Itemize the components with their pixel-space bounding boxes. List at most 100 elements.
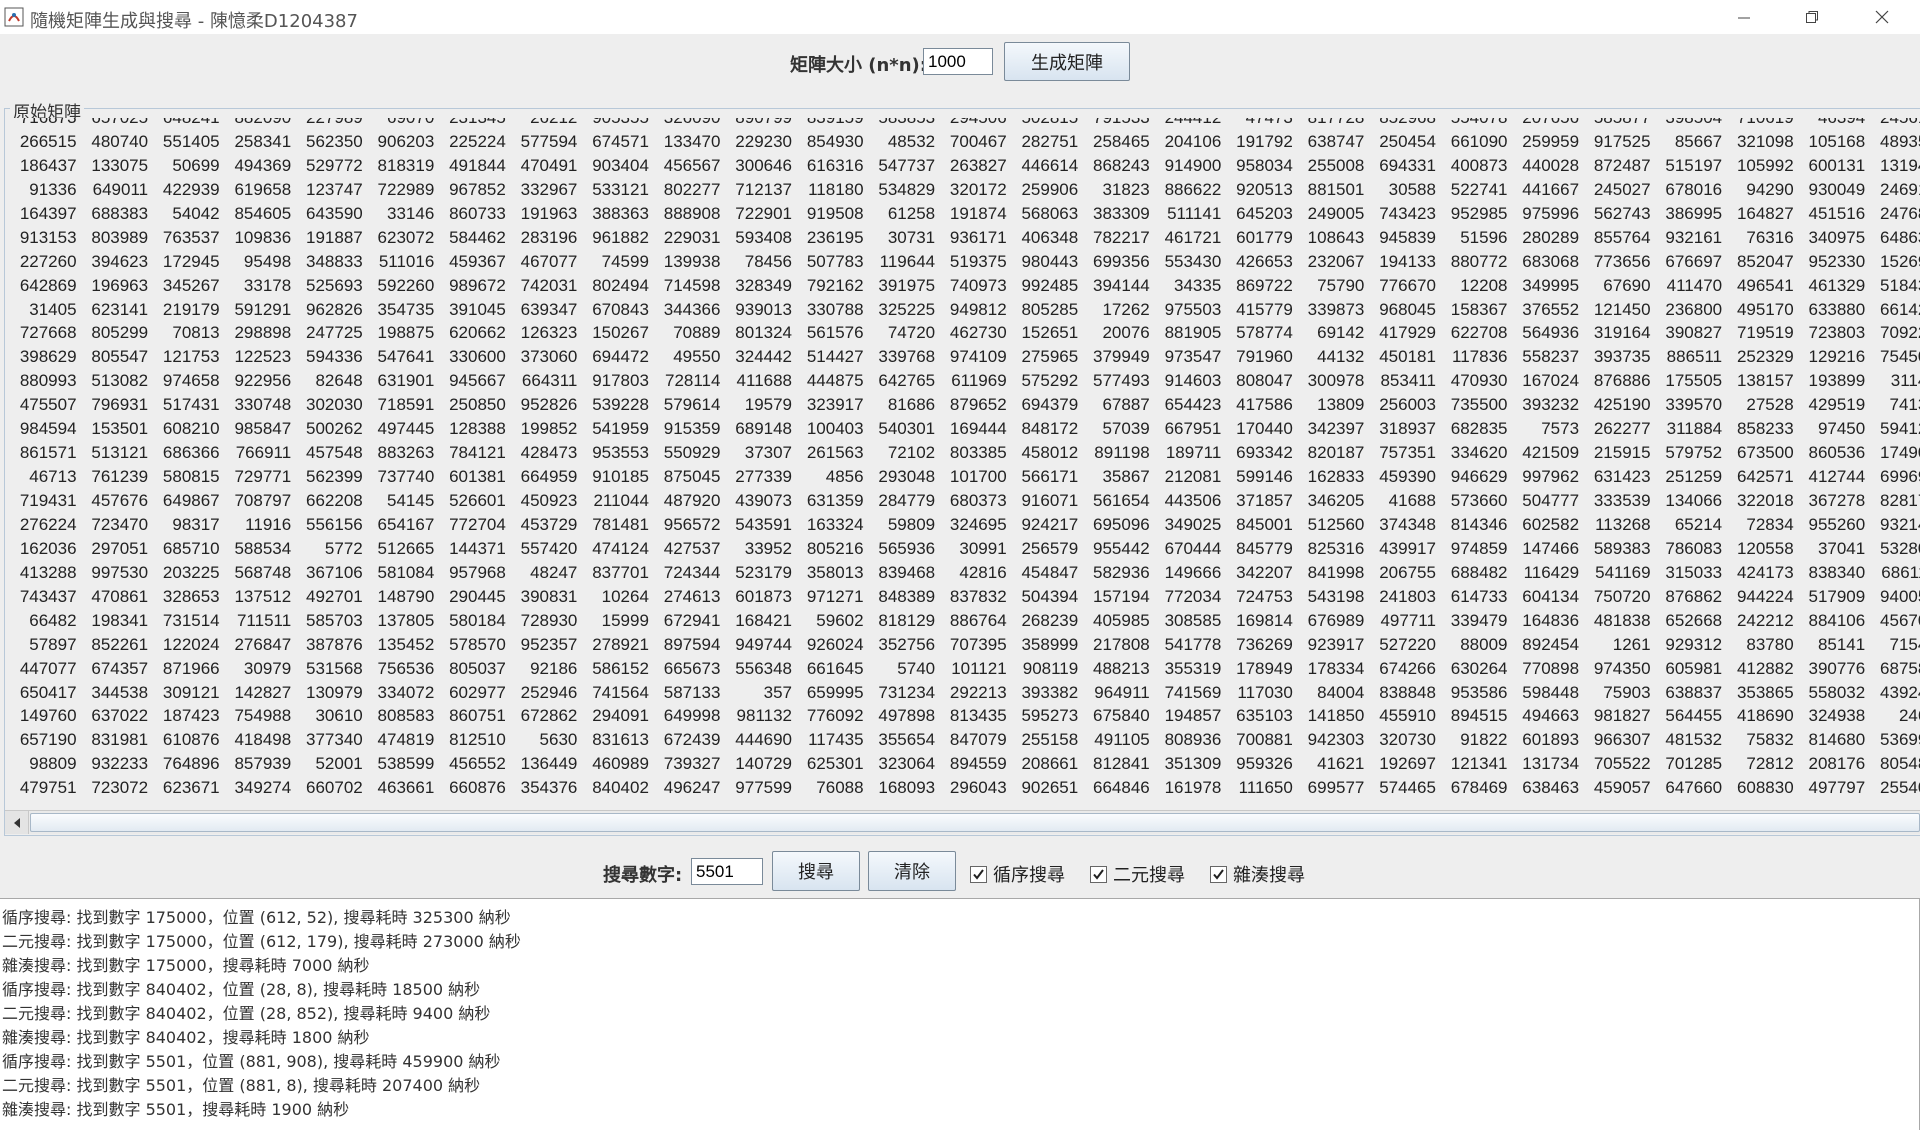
matrix-cell: 735500 bbox=[1450, 395, 1508, 415]
result-line: 雜湊搜尋: 找到數字 840402，搜尋耗時 1800 納秒 bbox=[2, 1028, 370, 1047]
scroll-left-button[interactable] bbox=[5, 811, 29, 834]
generate-matrix-button[interactable]: 生成矩陣 bbox=[1004, 42, 1130, 81]
matrix-cell: 456702 bbox=[1880, 610, 1920, 630]
matrix-cell: 439246 bbox=[1880, 682, 1920, 702]
matrix-cell: 625301 bbox=[806, 754, 864, 774]
matrix-cell: 325225 bbox=[878, 299, 936, 319]
matrix-cell: 168421 bbox=[735, 610, 793, 630]
matrix-cell: 373060 bbox=[520, 347, 578, 367]
checkbox-box[interactable] bbox=[1210, 865, 1227, 883]
matrix-cell: 496541 bbox=[1736, 275, 1794, 295]
matrix-cell: 894559 bbox=[949, 754, 1007, 774]
checkbox-box[interactable] bbox=[970, 865, 987, 883]
matrix-cell: 754988 bbox=[234, 706, 292, 726]
matrix-cell: 805216 bbox=[806, 538, 864, 558]
matrix-cell: 568748 bbox=[234, 562, 292, 582]
matrix-cell: 85667 bbox=[1674, 131, 1723, 151]
matrix-cell: 796931 bbox=[91, 395, 149, 415]
matrix-cell: 876862 bbox=[1665, 586, 1723, 606]
matrix-cell: 44132 bbox=[1317, 347, 1365, 367]
matrix-cell: 76316 bbox=[1746, 227, 1794, 247]
matrix-cell: 444690 bbox=[735, 730, 793, 750]
matrix-cell: 346205 bbox=[1307, 491, 1365, 510]
matrix-cell: 470861 bbox=[91, 586, 149, 606]
hash-search-checkbox[interactable]: 雜湊搜尋 bbox=[1210, 861, 1305, 887]
matrix-viewport[interactable]: 7168736570256482418820902279896907023134… bbox=[5, 118, 1920, 812]
matrix-cell: 122523 bbox=[234, 347, 292, 367]
matrix-cell: 605981 bbox=[1665, 658, 1723, 678]
matrix-cell: 869722 bbox=[1236, 275, 1293, 295]
matrix-cell: 854930 bbox=[806, 131, 864, 151]
matrix-cell: 390776 bbox=[1808, 658, 1866, 678]
matrix-cell: 534829 bbox=[878, 179, 936, 199]
matrix-cell: 975503 bbox=[1164, 299, 1222, 319]
matrix-cell: 236195 bbox=[806, 227, 864, 247]
matrix-cell: 637022 bbox=[91, 706, 149, 726]
sequential-search-checkbox[interactable]: 循序搜尋 bbox=[970, 861, 1065, 887]
matrix-cell: 578570 bbox=[449, 634, 506, 654]
matrix-cell: 737740 bbox=[377, 467, 435, 487]
matrix-cell: 678469 bbox=[1450, 778, 1508, 798]
matrix-cell: 551405 bbox=[162, 131, 220, 151]
binary-search-checkbox[interactable]: 二元搜尋 bbox=[1090, 861, 1185, 887]
matrix-cell: 296043 bbox=[949, 778, 1007, 798]
matrix-cell: 487920 bbox=[663, 491, 721, 510]
matrix-cell: 604134 bbox=[1522, 586, 1580, 606]
matrix-cell: 174907 bbox=[1880, 443, 1920, 463]
matrix-cell: 512560 bbox=[1307, 514, 1365, 534]
matrix-cell: 714598 bbox=[663, 275, 721, 295]
matrix-cell: 122024 bbox=[162, 634, 220, 654]
matrix-grid: 7168736570256482418820902279896907023134… bbox=[5, 118, 1920, 802]
matrix-cell: 333539 bbox=[1593, 491, 1651, 510]
matrix-cell: 504777 bbox=[1522, 491, 1580, 510]
matrix-cell: 660702 bbox=[306, 778, 363, 798]
matrix-cell: 638747 bbox=[1307, 131, 1365, 151]
restore-button[interactable] bbox=[1780, 0, 1844, 34]
minimize-button[interactable] bbox=[1712, 0, 1776, 34]
matrix-cell: 394144 bbox=[1093, 275, 1150, 295]
matrix-cell: 643590 bbox=[306, 203, 363, 223]
clear-button[interactable]: 清除 bbox=[868, 851, 956, 891]
matrix-cell: 164397 bbox=[19, 203, 77, 223]
matrix-cell: 398629 bbox=[19, 347, 77, 367]
matrix-cell: 981827 bbox=[1593, 706, 1651, 726]
matrix-cell: 227989 bbox=[291, 118, 363, 132]
search-results-output[interactable]: 循序搜尋: 找到數字 175000，位置 (612, 52), 搜尋耗時 325… bbox=[0, 898, 1920, 1130]
matrix-cell: 250454 bbox=[1379, 131, 1436, 151]
matrix-cell: 879652 bbox=[949, 395, 1007, 415]
matrix-cell: 672439 bbox=[663, 730, 721, 750]
matrix-cell: 736269 bbox=[1236, 634, 1293, 654]
matrix-cell: 47473 bbox=[1221, 118, 1293, 132]
matrix-cell: 673500 bbox=[1736, 443, 1794, 463]
search-number-input[interactable] bbox=[691, 858, 763, 885]
search-button[interactable]: 搜尋 bbox=[772, 851, 860, 891]
matrix-cell: 723470 bbox=[91, 514, 149, 534]
matrix-cell: 727668 bbox=[19, 323, 77, 343]
matrix-cell: 631901 bbox=[377, 371, 435, 391]
close-button[interactable] bbox=[1850, 0, 1914, 34]
matrix-cell: 623072 bbox=[377, 227, 435, 247]
matrix-cell: 41688 bbox=[1388, 491, 1436, 510]
matrix-cell: 417929 bbox=[1379, 323, 1436, 343]
matrix-cell: 496247 bbox=[663, 778, 721, 798]
matrix-cell: 661645 bbox=[806, 658, 864, 678]
matrix-cell: 814680 bbox=[1808, 730, 1866, 750]
matrix-cell: 817728 bbox=[1293, 118, 1365, 132]
matrix-cell: 654423 bbox=[1164, 395, 1222, 415]
horizontal-scrollbar[interactable] bbox=[5, 810, 1920, 834]
matrix-cell: 964911 bbox=[1094, 682, 1150, 702]
scrollbar-thumb[interactable] bbox=[30, 813, 1920, 832]
matrix-size-input[interactable] bbox=[923, 48, 993, 75]
matrix-cell: 831613 bbox=[592, 730, 649, 750]
matrix-row: 880993 513082 974658 922956 82648 631901 94566… bbox=[5, 371, 1920, 395]
matrix-cell: 355319 bbox=[1164, 658, 1222, 678]
matrix-cell: 330748 bbox=[234, 395, 292, 415]
matrix-cell: 880772 bbox=[1450, 251, 1508, 271]
matrix-cell: 543198 bbox=[1307, 586, 1365, 606]
checkbox-box[interactable] bbox=[1090, 865, 1107, 883]
matrix-cell: 622708 bbox=[1450, 323, 1508, 343]
matrix-cell: 178949 bbox=[1236, 658, 1293, 678]
matrix-cell: 582936 bbox=[1093, 562, 1150, 582]
matrix-cell: 855764 bbox=[1593, 227, 1651, 247]
matrix-cell: 674357 bbox=[91, 658, 149, 678]
